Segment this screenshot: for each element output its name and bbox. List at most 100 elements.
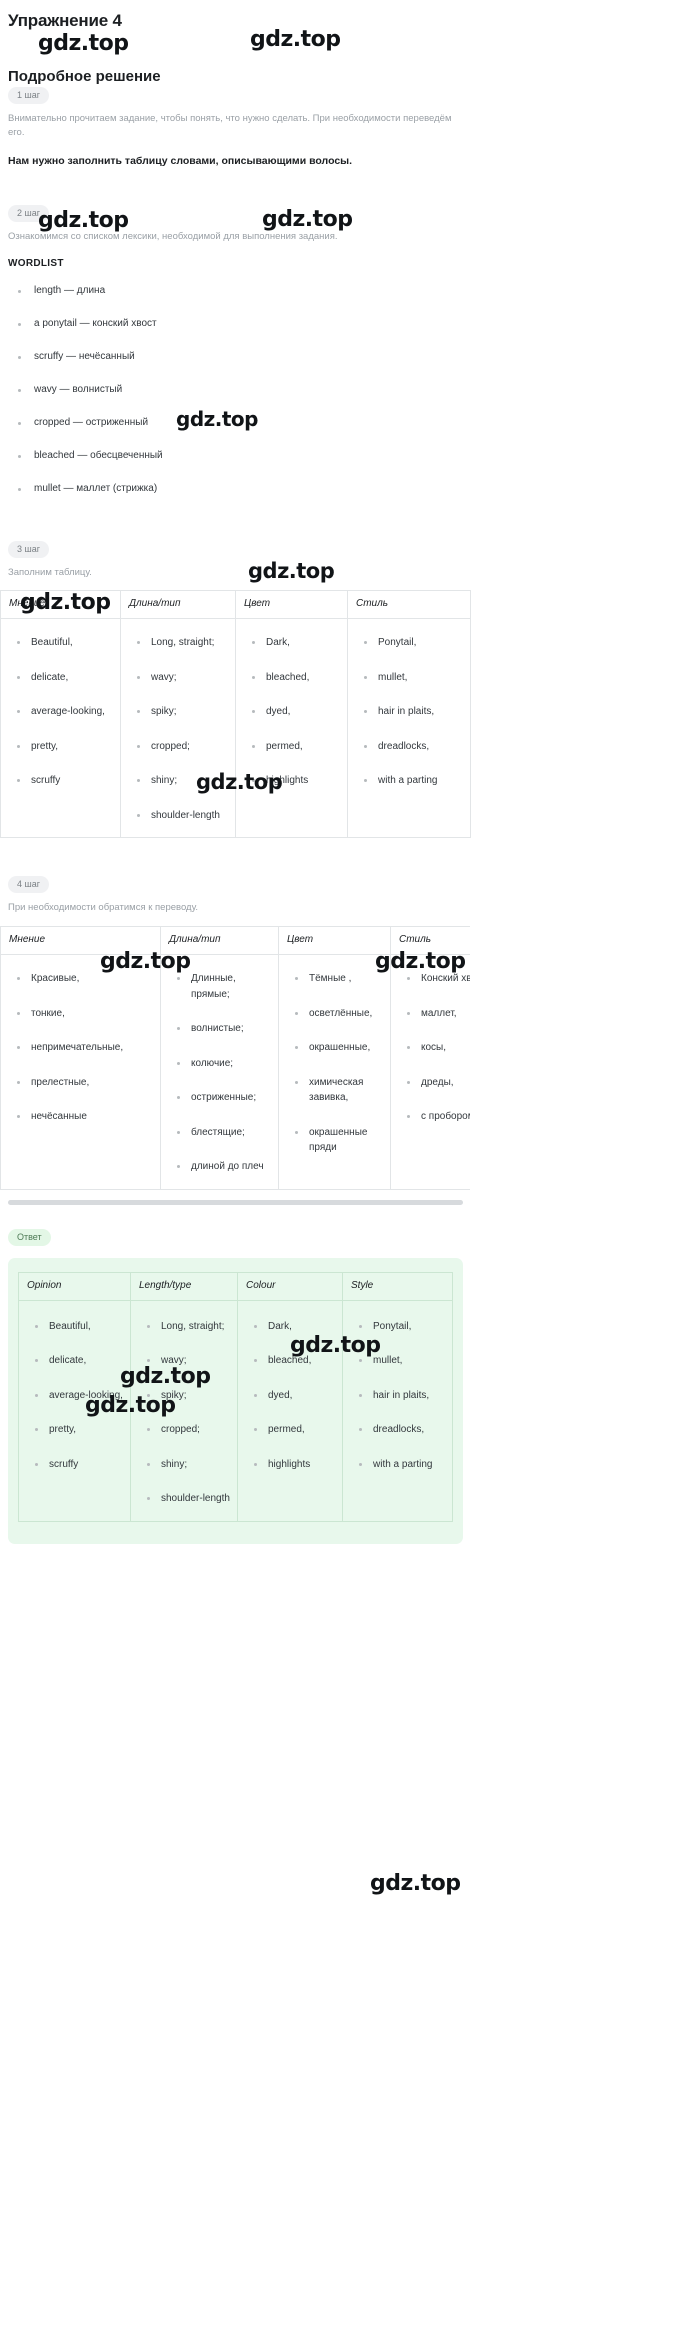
solution-page: Упражнение 4 Подробное решение 1 шаг Вни… bbox=[0, 11, 471, 1896]
step-3: 3 шаг Заполним таблицу. Мнение Длина/тип… bbox=[0, 539, 471, 839]
list-item: окрашенные пряди bbox=[291, 1125, 384, 1156]
list-item: Тёмные , bbox=[291, 971, 384, 987]
step-4-description: При необходимости обратимся к переводу. bbox=[8, 902, 199, 914]
list-item: highlights bbox=[250, 1457, 336, 1473]
list-item: scruffy bbox=[31, 1457, 124, 1473]
list-item: cropped; bbox=[143, 1422, 231, 1438]
column-header-style: Стиль bbox=[347, 590, 471, 620]
answer-table: Opinion Length/type Colour Style Beautif… bbox=[18, 1271, 453, 1522]
list-item: scruffy — нечёсанный bbox=[8, 351, 470, 363]
list-item: hair in plaits, bbox=[355, 1388, 446, 1404]
column-header-opinion: Opinion bbox=[18, 1271, 131, 1301]
cell-opinion: Beautiful, delicate, average-looking, pr… bbox=[18, 1299, 131, 1522]
list-item: wavy; bbox=[133, 670, 229, 686]
cell-colour: Dark, bleached, dyed, permed, highlights bbox=[237, 1299, 343, 1522]
step-1-task: Нам нужно заполнить таблицу словами, опи… bbox=[8, 154, 353, 167]
cell-length: Long, straight; wavy; spiky; cropped; sh… bbox=[120, 618, 236, 839]
list-item: Dark, bbox=[248, 635, 341, 651]
step-1-description: Внимательно прочитаем задание, чтобы пон… bbox=[8, 113, 452, 138]
step-1-chip: 1 шаг bbox=[8, 87, 50, 104]
list-item: bleached, bbox=[250, 1353, 336, 1369]
column-header-colour: Цвет bbox=[235, 590, 348, 620]
list-item: mullet — маллет (стрижка) bbox=[8, 483, 470, 495]
list-item: Dark, bbox=[250, 1319, 336, 1335]
table-header-row: Мнение Длина/тип Цвет Стиль bbox=[0, 926, 470, 956]
list-item: bleached — обесцвеченный bbox=[8, 450, 470, 462]
list-item: pretty, bbox=[13, 739, 114, 755]
table-header-row: Мнение Длина/тип Цвет Стиль bbox=[0, 590, 471, 620]
table-row: Beautiful, delicate, average-looking, pr… bbox=[18, 1299, 453, 1522]
list-item: highlights bbox=[248, 773, 341, 789]
watermark: gdz.top bbox=[38, 31, 129, 56]
list-item: a ponytail — конский хвост bbox=[8, 318, 470, 330]
list-item: delicate, bbox=[13, 670, 114, 686]
step-2-chip: 2 шаг bbox=[8, 204, 50, 222]
wordlist: length — длина a ponytail — конский хвос… bbox=[0, 285, 470, 495]
list-item: permed, bbox=[250, 1422, 336, 1438]
cell-colour: Тёмные , осветлённые, окрашенные, химиче… bbox=[278, 954, 391, 1190]
column-header-style: Стиль bbox=[390, 926, 470, 956]
list-item: cropped — остриженный bbox=[8, 417, 470, 429]
list-item: mullet, bbox=[355, 1353, 446, 1369]
step-3-chip: 3 шаг bbox=[8, 540, 50, 558]
column-header-opinion: Мнение bbox=[0, 926, 161, 956]
step-2-description: Ознакомимся со списком лексики, необходи… bbox=[8, 230, 338, 242]
list-item: average-looking, bbox=[13, 704, 114, 720]
list-item: химическая завивка, bbox=[291, 1075, 384, 1106]
translation-table-scroll-area[interactable]: Мнение Длина/тип Цвет Стиль Красивые, то… bbox=[0, 915, 470, 1190]
table-row: Beautiful, delicate, average-looking, pr… bbox=[0, 618, 471, 839]
column-header-colour: Colour bbox=[237, 1271, 343, 1301]
list-item: тонкие, bbox=[13, 1006, 154, 1022]
horizontal-scrollbar[interactable] bbox=[8, 1199, 463, 1205]
table-header-row: Opinion Length/type Colour Style bbox=[18, 1271, 453, 1301]
answer-box: Opinion Length/type Colour Style Beautif… bbox=[8, 1257, 463, 1544]
list-item: Красивые, bbox=[13, 971, 154, 987]
list-item: Long, straight; bbox=[133, 635, 229, 651]
list-item: dyed, bbox=[250, 1388, 336, 1404]
column-header-length: Length/type bbox=[130, 1271, 238, 1301]
cell-style: Конский хвост, маллет, косы, дреды, с пр… bbox=[390, 954, 470, 1190]
list-item: shoulder-length bbox=[133, 808, 229, 824]
list-item: Ponytail, bbox=[360, 635, 464, 651]
list-item: with a parting bbox=[355, 1457, 446, 1473]
answer-section: Ответ Opinion Length/type Colour Style B… bbox=[0, 1227, 470, 1544]
list-item: cropped; bbox=[133, 739, 229, 755]
list-item: dreadlocks, bbox=[360, 739, 464, 755]
list-item: Длинные, прямые; bbox=[173, 971, 272, 1002]
step-1: 1 шаг Внимательно прочитаем задание, что… bbox=[0, 85, 470, 169]
list-item: Beautiful, bbox=[13, 635, 114, 651]
list-item: Ponytail, bbox=[355, 1319, 446, 1335]
step-4: 4 шаг При необходимости обратимся к пере… bbox=[0, 874, 470, 1205]
list-item: Long, straight; bbox=[143, 1319, 231, 1335]
list-item: волнистые; bbox=[173, 1021, 272, 1037]
list-item: остриженные; bbox=[173, 1090, 272, 1106]
list-item: pretty, bbox=[31, 1422, 124, 1438]
list-item: непримечательные, bbox=[13, 1040, 154, 1056]
column-header-colour: Цвет bbox=[278, 926, 391, 956]
status-badge: Ответ bbox=[8, 1228, 51, 1246]
list-item: spiky; bbox=[133, 704, 229, 720]
step-3-description: Заполним таблицу. bbox=[8, 566, 92, 578]
list-item: hair in plaits, bbox=[360, 704, 464, 720]
list-item: scruffy bbox=[13, 773, 114, 789]
list-item: dreadlocks, bbox=[355, 1422, 446, 1438]
list-item: прелестные, bbox=[13, 1075, 154, 1091]
cell-opinion: Красивые, тонкие, непримечательные, прел… bbox=[0, 954, 161, 1190]
column-header-length: Длина/тип bbox=[160, 926, 279, 956]
russian-translation-table: Мнение Длина/тип Цвет Стиль Красивые, то… bbox=[0, 926, 470, 1190]
list-item: shiny; bbox=[133, 773, 229, 789]
column-header-style: Style bbox=[342, 1271, 453, 1301]
list-item: wavy — волнистый bbox=[8, 384, 470, 396]
list-item: wavy; bbox=[143, 1353, 231, 1369]
list-item: shiny; bbox=[143, 1457, 231, 1473]
cell-length: Long, straight; wavy; spiky; cropped; sh… bbox=[130, 1299, 238, 1522]
column-header-opinion: Мнение bbox=[0, 590, 121, 620]
list-item: длиной до плеч bbox=[173, 1159, 272, 1175]
list-item: delicate, bbox=[31, 1353, 124, 1369]
list-item: with a parting bbox=[360, 773, 464, 789]
cell-style: Ponytail, mullet, hair in plaits, dreadl… bbox=[347, 618, 471, 839]
table-row: Красивые, тонкие, непримечательные, прел… bbox=[0, 954, 470, 1190]
step-2: 2 шаг Ознакомимся со списком лексики, не… bbox=[0, 203, 470, 495]
list-item: колючие; bbox=[173, 1056, 272, 1072]
list-item: average-looking, bbox=[31, 1388, 124, 1404]
